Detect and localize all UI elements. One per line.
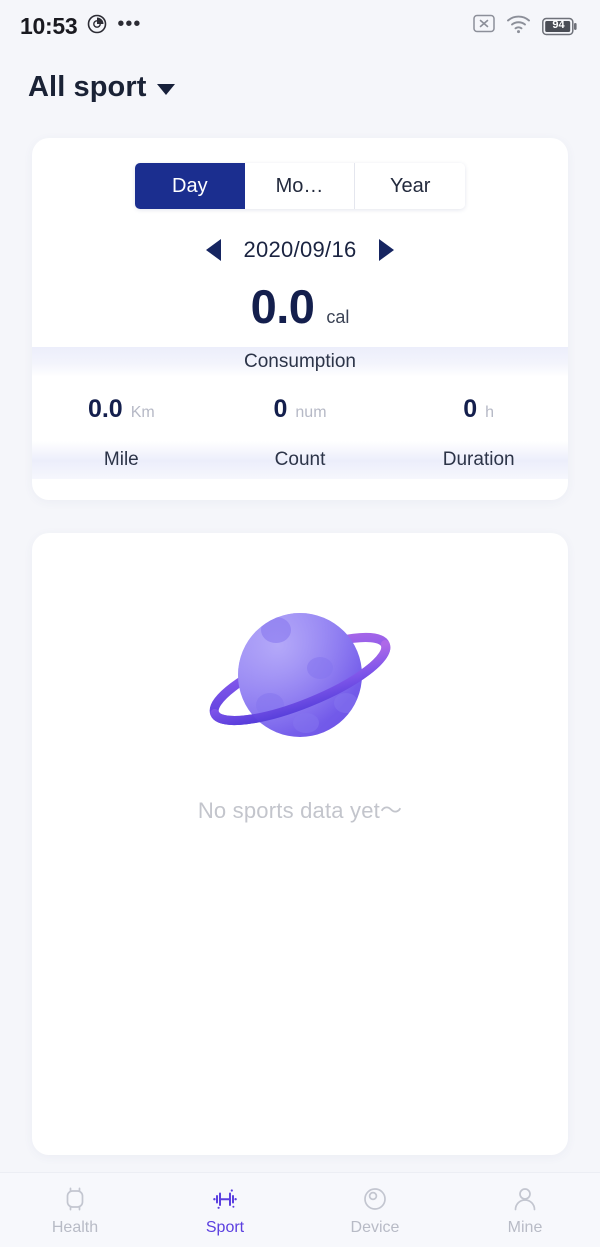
date-navigator: 2020/09/16	[32, 237, 568, 263]
status-bar: 10:53 ••• 94	[0, 0, 600, 52]
nav-item-health[interactable]: Health	[0, 1184, 150, 1237]
dumbbell-icon	[210, 1184, 240, 1214]
metric-mile-label: Mile	[103, 449, 139, 470]
consumption-unit: cal	[326, 307, 350, 327]
status-bar-right: 94	[473, 14, 578, 39]
tab-year[interactable]: Year	[355, 163, 465, 209]
watch-face-circle-icon	[360, 1184, 390, 1214]
metric-mile-unit: Km	[130, 404, 155, 421]
metric-duration-label: Duration	[442, 449, 515, 470]
overflow-dots-icon: •••	[117, 13, 142, 35]
consumption-value-row: 0.0 cal	[32, 279, 568, 334]
battery-icon: 94	[542, 17, 578, 36]
wifi-icon	[506, 14, 531, 39]
status-bar-left: 10:53 •••	[20, 13, 141, 40]
screen-record-icon	[86, 13, 108, 40]
person-icon	[510, 1184, 540, 1214]
stats-card: Day Mo… Year 2020/09/16 0.0 cal Consumpt…	[32, 138, 568, 500]
triangle-left-icon[interactable]	[206, 239, 222, 261]
metric-duration-unit: h	[485, 404, 495, 421]
metrics-labels-band: Mile Count Duration	[32, 441, 568, 479]
current-date-label: 2020/09/16	[243, 237, 357, 262]
consumption-label: Consumption	[244, 351, 356, 372]
smartwatch-icon	[60, 1184, 90, 1214]
nav-item-device[interactable]: Device	[300, 1184, 450, 1237]
caret-down-icon[interactable]	[156, 83, 175, 95]
triangle-right-icon[interactable]	[378, 239, 394, 261]
sport-type-selector[interactable]: All sport	[28, 71, 175, 104]
bottom-navigation-bar: Health Sport Device Mine	[0, 1172, 600, 1247]
nav-item-sport[interactable]: Sport	[150, 1184, 300, 1237]
metric-mile-value: 0.0	[87, 395, 123, 423]
period-segmented-control[interactable]: Day Mo… Year	[135, 163, 465, 209]
nav-item-mine[interactable]: Mine	[450, 1184, 600, 1237]
empty-state-message: No sports data yet〜	[197, 798, 403, 823]
nav-label-mine: Mine	[507, 1218, 543, 1236]
nav-label-device: Device	[350, 1218, 400, 1236]
metric-mile: 0.0 Km	[32, 395, 211, 424]
empty-state-card: No sports data yet〜	[32, 533, 568, 1155]
consumption-label-band: Consumption	[32, 347, 568, 377]
metric-count: 0 num	[211, 395, 390, 424]
nav-label-sport: Sport	[205, 1218, 245, 1236]
empty-state-content: No sports data yet〜	[32, 533, 568, 825]
metric-duration: 0 h	[389, 395, 568, 424]
consumption-value: 0.0	[250, 280, 315, 333]
tab-day[interactable]: Day	[135, 163, 245, 209]
metric-duration-value: 0	[463, 395, 478, 423]
page-title: All sport	[28, 70, 147, 103]
metric-count-label: Count	[274, 449, 326, 470]
x-box-icon	[473, 14, 495, 38]
page-header: All sport	[0, 52, 600, 114]
nav-label-health: Health	[51, 1218, 99, 1236]
status-time: 10:53	[20, 12, 78, 39]
metric-count-value: 0	[273, 395, 288, 423]
tab-month[interactable]: Mo…	[244, 163, 356, 209]
battery-level-text: 94	[552, 19, 565, 31]
planet-with-ring-icon	[200, 595, 400, 765]
metric-count-unit: num	[295, 404, 327, 421]
metrics-values-row: 0.0 Km 0 num 0 h	[32, 395, 568, 424]
